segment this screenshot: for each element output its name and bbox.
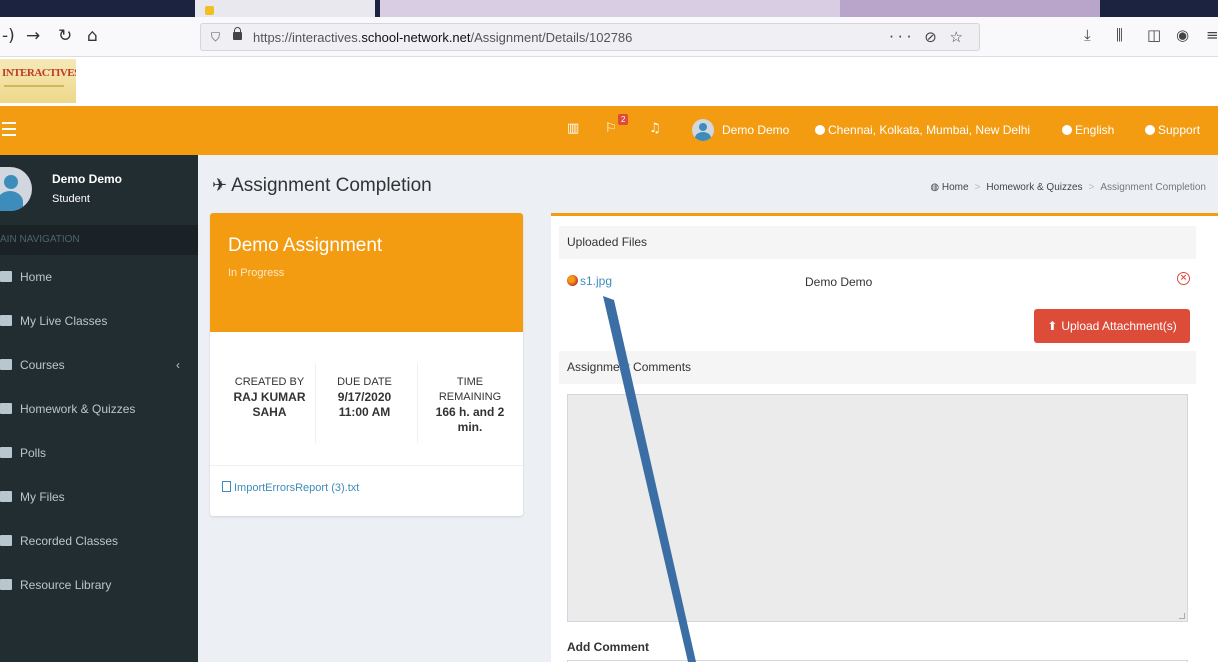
main-content: ✈ Assignment Completion ◍ Home > Homework &… <box>198 155 1218 662</box>
breadcrumb-current: Assignment Completion <box>1100 182 1206 193</box>
menu-icon[interactable]: ≡ <box>1206 26 1218 44</box>
browser-tab[interactable] <box>195 0 375 17</box>
tracking-shield-icon[interactable]: ⛉ <box>211 30 220 45</box>
book-icon <box>0 359 12 370</box>
resize-handle-icon[interactable] <box>1179 613 1185 619</box>
pencil-icon <box>0 403 12 414</box>
header-language[interactable]: English <box>1062 123 1114 137</box>
sidebar-user-role: Student <box>52 193 90 205</box>
breadcrumb: ◍ Home > Homework & Quizzes > Assignment Com… <box>930 182 1206 193</box>
assignment-title: Demo Assignment <box>228 235 383 256</box>
uploaded-file-link[interactable]: s1.jpg <box>567 274 612 288</box>
site-logo[interactable]: INTERACTIVES <box>0 59 76 103</box>
film-icon <box>0 535 12 546</box>
sidebar-item-resource-library[interactable]: Resource Library <box>0 563 198 607</box>
forward-icon[interactable]: → <box>26 26 40 46</box>
sidebar-item-live-classes[interactable]: My Live Classes <box>0 299 198 343</box>
sidebar-item-polls[interactable]: Polls <box>0 431 198 475</box>
comments-textarea[interactable] <box>567 394 1188 622</box>
flag-icon[interactable]: ⚐ <box>605 121 617 136</box>
sidebar-item-homework[interactable]: Homework & Quizzes <box>0 387 198 431</box>
avatar <box>0 167 32 211</box>
screen: -) → ↻ ⌂ ⛉ https://interactives.school-n… <box>0 0 1218 662</box>
notification-badge: 2 <box>618 114 629 125</box>
sidebar-user-name: Demo Demo <box>52 172 123 186</box>
home-icon <box>0 271 12 282</box>
header-user-name[interactable]: Demo Demo <box>722 123 789 137</box>
download-icon[interactable]: ⤓ <box>1084 26 1091 44</box>
sidebar: Demo Demo Student AIN NAVIGATION Home My… <box>0 155 198 662</box>
logo-band: INTERACTIVES <box>0 57 1218 106</box>
header-avatar[interactable] <box>692 119 714 141</box>
chart-icon[interactable]: ▥ <box>567 121 579 136</box>
user-panel: Demo Demo Student <box>0 155 198 217</box>
document-icon <box>0 579 12 590</box>
created-by-stat: CREATED BY RAJ KUMAR SAHA <box>233 376 306 419</box>
stat-divider <box>315 363 316 443</box>
sidebar-item-my-files[interactable]: My Files <box>0 475 198 519</box>
calendar-icon <box>0 315 12 326</box>
browser-toolbar: -) → ↻ ⌂ ⛉ https://interactives.school-n… <box>0 17 1218 57</box>
pin-icon: ✈ <box>212 175 228 196</box>
bar-chart-icon <box>0 447 12 458</box>
account-icon[interactable]: ◉ <box>1176 26 1189 44</box>
page-title: ✈ Assignment Completion <box>212 175 432 196</box>
browser-tab[interactable] <box>840 0 1100 17</box>
chevron-left-icon: ‹ <box>176 358 180 372</box>
header-timezone[interactable]: Chennai, Kolkata, Mumbai, New Delhi <box>815 123 1030 137</box>
assignment-comments-header: Assignment Comments <box>559 351 1196 384</box>
reload-icon[interactable]: ↻ <box>58 26 72 46</box>
tab-favicon-icon <box>205 6 214 15</box>
top-header: ▥ ⚐ 2 ♫ Demo Demo Chennai, Kolkata, Mumb… <box>0 106 1218 155</box>
dashboard-icon: ◍ <box>930 182 940 193</box>
sidebar-toggle-icon[interactable]: ◫ <box>1147 26 1161 44</box>
url-text[interactable]: https://interactives.school-network.net/… <box>253 30 632 45</box>
bell-icon[interactable]: ♫ <box>649 121 661 136</box>
assignment-card-header: Demo Assignment In Progress <box>210 213 523 332</box>
library-icon[interactable]: ⫼ <box>1116 26 1123 44</box>
back-icon[interactable]: -) <box>2 26 15 46</box>
time-remaining-stat: TIME REMAINING 166 h. and 2 min. <box>435 376 505 434</box>
lock-icon[interactable] <box>233 27 242 40</box>
remove-file-icon[interactable]: × <box>1177 272 1190 285</box>
assignment-status: In Progress <box>228 267 285 279</box>
page-actions-icons[interactable]: ··· ⊘ ☆ <box>889 28 967 46</box>
card-divider <box>210 465 523 466</box>
uploaded-file-owner: Demo Demo <box>805 275 873 289</box>
sidebar-item-home[interactable]: Home <box>0 255 198 299</box>
url-bar[interactable]: ⛉ https://interactives.school-network.ne… <box>200 23 980 51</box>
globe-icon <box>1062 125 1072 135</box>
home-icon[interactable]: ⌂ <box>87 26 98 46</box>
logo-text: INTERACTIVES <box>2 67 76 79</box>
browser-tab-strip <box>0 0 1218 17</box>
nav-header: AIN NAVIGATION <box>0 225 198 255</box>
due-date-stat: DUE DATE 9/17/2020 11:00 AM <box>337 376 392 419</box>
image-file-icon <box>567 275 578 286</box>
file-icon <box>222 481 231 492</box>
browser-tab[interactable] <box>380 0 840 17</box>
uploaded-files-header: Uploaded Files <box>559 226 1196 259</box>
assignment-card: Demo Assignment In Progress CREATED BY R… <box>210 213 523 516</box>
hamburger-menu-icon[interactable] <box>2 122 16 136</box>
breadcrumb-home[interactable]: Home <box>942 182 969 193</box>
lifebuoy-icon <box>1145 125 1155 135</box>
sidebar-item-recorded-classes[interactable]: Recorded Classes <box>0 519 198 563</box>
submission-panel: Uploaded Files s1.jpg Demo Demo × ⬆ Uploa… <box>551 213 1218 662</box>
upload-icon: ⬆ <box>1047 319 1058 333</box>
sidebar-item-courses[interactable]: Courses ‹ <box>0 343 198 387</box>
breadcrumb-homework[interactable]: Homework & Quizzes <box>986 182 1082 193</box>
upload-attachments-button[interactable]: ⬆ Upload Attachment(s) <box>1034 309 1190 343</box>
stat-divider <box>417 363 418 443</box>
clock-icon <box>815 125 825 135</box>
header-support[interactable]: Support <box>1145 123 1200 137</box>
add-comment-label: Add Comment <box>567 640 649 654</box>
folder-icon <box>0 491 12 502</box>
assignment-attachment-link[interactable]: ImportErrorsReport (3).txt <box>222 481 359 494</box>
